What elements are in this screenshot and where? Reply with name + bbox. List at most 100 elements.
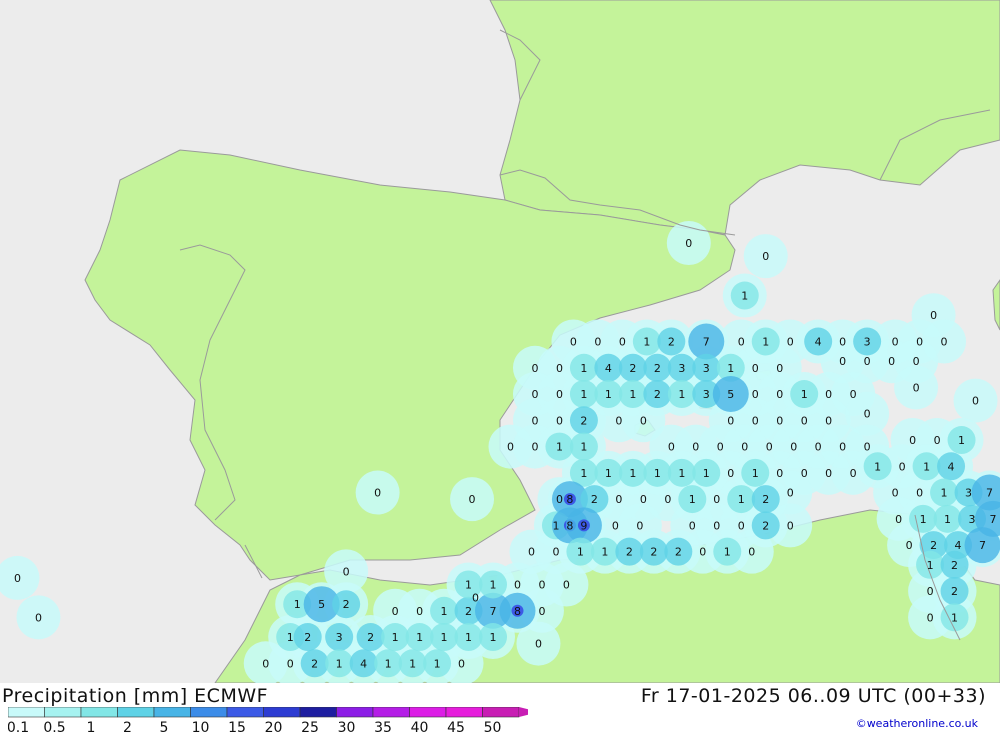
precip-value-label: 0 (469, 493, 476, 506)
precip-value-label: 2 (465, 605, 472, 618)
precip-value-label: 1 (556, 441, 563, 454)
precip-value-label: 0 (668, 441, 675, 454)
precip-value-label: 1 (392, 631, 399, 644)
precip-value-label: 0 (343, 565, 350, 578)
precip-value-label: 0 (552, 546, 559, 559)
precip-value-label: 0 (776, 362, 783, 375)
legend-arrow (519, 707, 528, 717)
legend-label: 20 (265, 720, 283, 733)
precip-value-label: 0 (899, 460, 906, 473)
legend-swatch (263, 707, 301, 718)
legend-label: 5 (160, 720, 169, 733)
precip-value-label: 4 (955, 539, 962, 552)
legend-swatch (190, 707, 228, 718)
precip-value-label: 3 (864, 336, 871, 349)
precip-value-label: 2 (930, 539, 937, 552)
precip-value-label: 3 (703, 388, 710, 401)
precip-value-label: 0 (787, 487, 794, 500)
precip-value-label: 1 (678, 467, 685, 480)
precip-value-label: 1 (643, 336, 650, 349)
legend-swatch (372, 707, 410, 718)
precip-value-label: 0 (538, 578, 545, 591)
precip-value-label: 0 (556, 388, 563, 401)
precip-value-label: 0 (570, 336, 577, 349)
precip-value-label: 0 (752, 362, 759, 375)
legend-label: 45 (447, 720, 465, 733)
precip-value-label: 0 (692, 441, 699, 454)
legend-label: 2 (123, 720, 132, 733)
legend-swatch (80, 707, 118, 718)
precip-value-label: 1 (678, 388, 685, 401)
legend-label: 35 (374, 720, 392, 733)
precip-value-label: 3 (969, 513, 976, 526)
legend-label: 50 (484, 720, 502, 733)
precip-value-label: 7 (990, 513, 997, 526)
precip-value-label: 0 (972, 395, 979, 408)
legend-swatch (336, 707, 374, 718)
precip-value-label: 2 (951, 559, 958, 572)
precip-value-label: 1 (944, 513, 951, 526)
precip-value-label: 2 (654, 388, 661, 401)
precip-value-label: 2 (580, 414, 587, 427)
precip-value-label: 0 (825, 467, 832, 480)
precip-value-label: 1 (941, 487, 948, 500)
legend-label: 0.1 (8, 720, 29, 733)
legend-label: 25 (301, 720, 319, 733)
precip-value-label: 1 (724, 546, 731, 559)
precip-value-label: 3 (678, 362, 685, 375)
precip-value-label: 2 (951, 585, 958, 598)
precip-value-label: 1 (552, 519, 559, 532)
precip-value-label: 5 (318, 598, 325, 611)
legend-swatch (44, 707, 82, 718)
precip-value-label: 2 (675, 546, 682, 559)
precip-value-label: 0 (748, 546, 755, 559)
precip-value-label: 1 (958, 434, 965, 447)
precip-value-label: 0 (888, 355, 895, 368)
legend-label: 1 (87, 720, 96, 733)
precip-value-label: 0 (612, 519, 619, 532)
precip-value-label: 1 (874, 460, 881, 473)
precip-value-label: 1 (490, 631, 497, 644)
precip-value-label: 0 (556, 493, 563, 506)
precip-value-label: 2 (762, 493, 769, 506)
precip-value-label: 0 (738, 336, 745, 349)
precip-value-label: 0 (892, 336, 899, 349)
precip-value-label: 0 (287, 657, 294, 670)
precip-value-label: 8 (566, 519, 573, 532)
precip-value-label: 4 (815, 336, 822, 349)
precip-value-label: 3 (336, 631, 343, 644)
precip-value-label: 3 (965, 487, 972, 500)
precip-value-label: 1 (490, 578, 497, 591)
precip-value-label: 0 (864, 441, 871, 454)
legend-swatch (409, 707, 447, 718)
precip-value-label: 0 (776, 467, 783, 480)
precip-value-label: 1 (434, 657, 441, 670)
legend-swatch (8, 707, 45, 718)
precip-value-label: 0 (615, 414, 622, 427)
precip-value-label: 7 (979, 539, 986, 552)
precip-value-label: 0 (392, 605, 399, 618)
credit-link[interactable]: ©weatheronline.co.uk (856, 717, 978, 730)
precip-value-label: 7 (490, 605, 497, 618)
legend-label: 15 (228, 720, 246, 733)
precip-value-label: 0 (927, 585, 934, 598)
precip-value-label: 0 (738, 519, 745, 532)
precip-value-label: 1 (580, 467, 587, 480)
precip-value-label: 0 (640, 493, 647, 506)
precip-value-label: 0 (727, 467, 734, 480)
precip-value-label: 0 (374, 487, 381, 500)
precip-value-label: 0 (538, 605, 545, 618)
legend-label: 40 (411, 720, 429, 733)
precip-value-label: 0 (909, 434, 916, 447)
precip-value-label: 1 (580, 362, 587, 375)
precip-value-label: 1 (738, 493, 745, 506)
legend-swatch (299, 707, 337, 718)
precip-value-label: 0 (892, 487, 899, 500)
precip-value-label: 1 (605, 388, 612, 401)
precip-value-label: 0 (913, 355, 920, 368)
precip-value-label: 7 (986, 487, 993, 500)
precip-value-label: 0 (535, 638, 542, 651)
precip-value-label: 2 (654, 362, 661, 375)
precip-value-label: 1 (923, 460, 930, 473)
precip-value-label: 0 (458, 657, 465, 670)
